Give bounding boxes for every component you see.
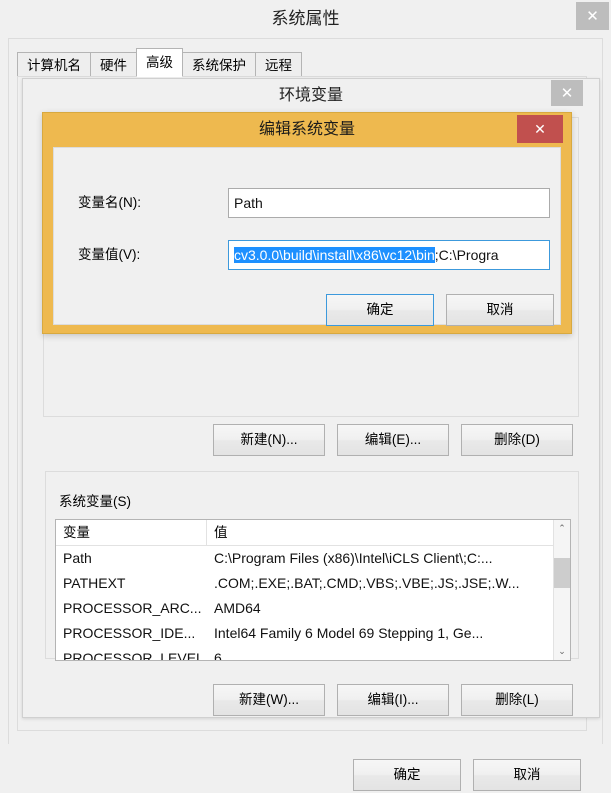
envvars-ok-button[interactable]: 确定 — [353, 759, 461, 791]
cell-value: .COM;.EXE;.BAT;.CMD;.VBS;.VBE;.JS;.JSE;.… — [214, 575, 520, 591]
variable-value-selected-text: cv3.0.0\build\install\x86\vc12\bin — [234, 247, 435, 263]
cell-value: 6 — [214, 650, 222, 661]
variable-value-input[interactable]: cv3.0.0\build\install\x86\vc12\bin;C:\Pr… — [228, 240, 550, 270]
table-row[interactable]: PATHEXT .COM;.EXE;.BAT;.CMD;.VBS;.VBE;.J… — [56, 571, 570, 596]
editvar-cancel-button[interactable]: 取消 — [446, 294, 554, 326]
table-row[interactable]: PROCESSOR_IDE... Intel64 Family 6 Model … — [56, 621, 570, 646]
close-icon[interactable]: ✕ — [576, 2, 609, 30]
variable-name-input[interactable]: Path — [228, 188, 550, 218]
cell-value: Intel64 Family 6 Model 69 Stepping 1, Ge… — [214, 625, 484, 641]
table-row[interactable]: PROCESSOR_ARC... AMD64 — [56, 596, 570, 621]
scroll-down-icon[interactable]: ⌄ — [554, 643, 570, 660]
tab-strip: 计算机名 硬件 高级 系统保护 远程 — [17, 48, 302, 77]
column-header-value[interactable]: 值 — [207, 520, 554, 545]
cell-variable: PROCESSOR_LEVEL — [63, 650, 204, 661]
tab-remote[interactable]: 远程 — [255, 52, 302, 77]
list-scrollbar[interactable]: ⌃ ⌄ — [553, 520, 570, 660]
table-row[interactable]: PROCESSOR_LEVEL 6 — [56, 646, 570, 661]
user-new-button[interactable]: 新建(N)... — [213, 424, 325, 456]
tab-advanced[interactable]: 高级 — [136, 48, 183, 77]
system-delete-button[interactable]: 删除(L) — [461, 684, 573, 716]
edit-system-variable-title: 编辑系统变量 — [258, 121, 355, 138]
edit-system-variable-client: 变量名(N): Path 变量值(V): cv3.0.0\build\insta… — [53, 147, 562, 328]
environment-variables-title: 环境变量 — [278, 87, 343, 104]
envvars-cancel-button[interactable]: 取消 — [473, 759, 581, 791]
edit-system-variable-titlebar: 编辑系统变量 ✕ — [43, 113, 571, 147]
column-header-variable[interactable]: 变量 — [56, 520, 207, 545]
close-icon[interactable]: ✕ — [551, 80, 583, 106]
cell-variable: PATHEXT — [63, 575, 126, 591]
environment-variables-footer: 确定 取消 — [353, 759, 593, 793]
cell-variable: PROCESSOR_IDE... — [63, 625, 196, 641]
system-edit-button[interactable]: 编辑(I)... — [337, 684, 449, 716]
tab-computer-name[interactable]: 计算机名 — [17, 52, 91, 77]
cell-value: AMD64 — [214, 600, 261, 616]
edit-system-variable-dialog: 编辑系统变量 ✕ 变量名(N): Path 变量值(V): cv3.0.0\bu… — [42, 112, 572, 334]
scroll-up-icon[interactable]: ⌃ — [554, 520, 570, 537]
variable-name-label: 变量名(N): — [78, 195, 141, 210]
table-row[interactable]: Path C:\Program Files (x86)\Intel\iCLS C… — [56, 546, 570, 571]
cell-variable: Path — [63, 550, 92, 566]
user-edit-button[interactable]: 编辑(E)... — [337, 424, 449, 456]
cell-value: C:\Program Files (x86)\Intel\iCLS Client… — [214, 550, 493, 566]
edit-system-variable-footer: 确定 取消 — [326, 294, 562, 328]
variable-value-label: 变量值(V): — [78, 247, 141, 262]
editvar-ok-button[interactable]: 确定 — [326, 294, 434, 326]
system-properties-titlebar: 系统属性 ✕ — [0, 0, 611, 38]
close-icon[interactable]: ✕ — [517, 115, 563, 143]
system-variables-button-row: 新建(W)... 编辑(I)... 删除(L) — [213, 684, 599, 716]
user-variables-button-row: 新建(N)... 编辑(E)... 删除(D) — [213, 424, 599, 456]
system-variables-group-label: 系统变量(S) — [55, 490, 135, 510]
environment-variables-titlebar: 环境变量 ✕ — [23, 79, 599, 113]
page-title: 系统属性 — [271, 9, 340, 28]
variable-value-trailing-text: ;C:\Progra — [434, 247, 499, 263]
system-new-button[interactable]: 新建(W)... — [213, 684, 325, 716]
system-variables-list[interactable]: 变量 值 Path C:\Program Files (x86)\Intel\i… — [55, 519, 571, 661]
system-variables-header-row: 变量 值 — [56, 520, 570, 546]
tab-hardware[interactable]: 硬件 — [90, 52, 137, 77]
scrollbar-thumb[interactable] — [554, 558, 570, 588]
tab-system-protection[interactable]: 系统保护 — [182, 52, 256, 77]
cell-variable: PROCESSOR_ARC... — [63, 600, 202, 616]
user-delete-button[interactable]: 删除(D) — [461, 424, 573, 456]
